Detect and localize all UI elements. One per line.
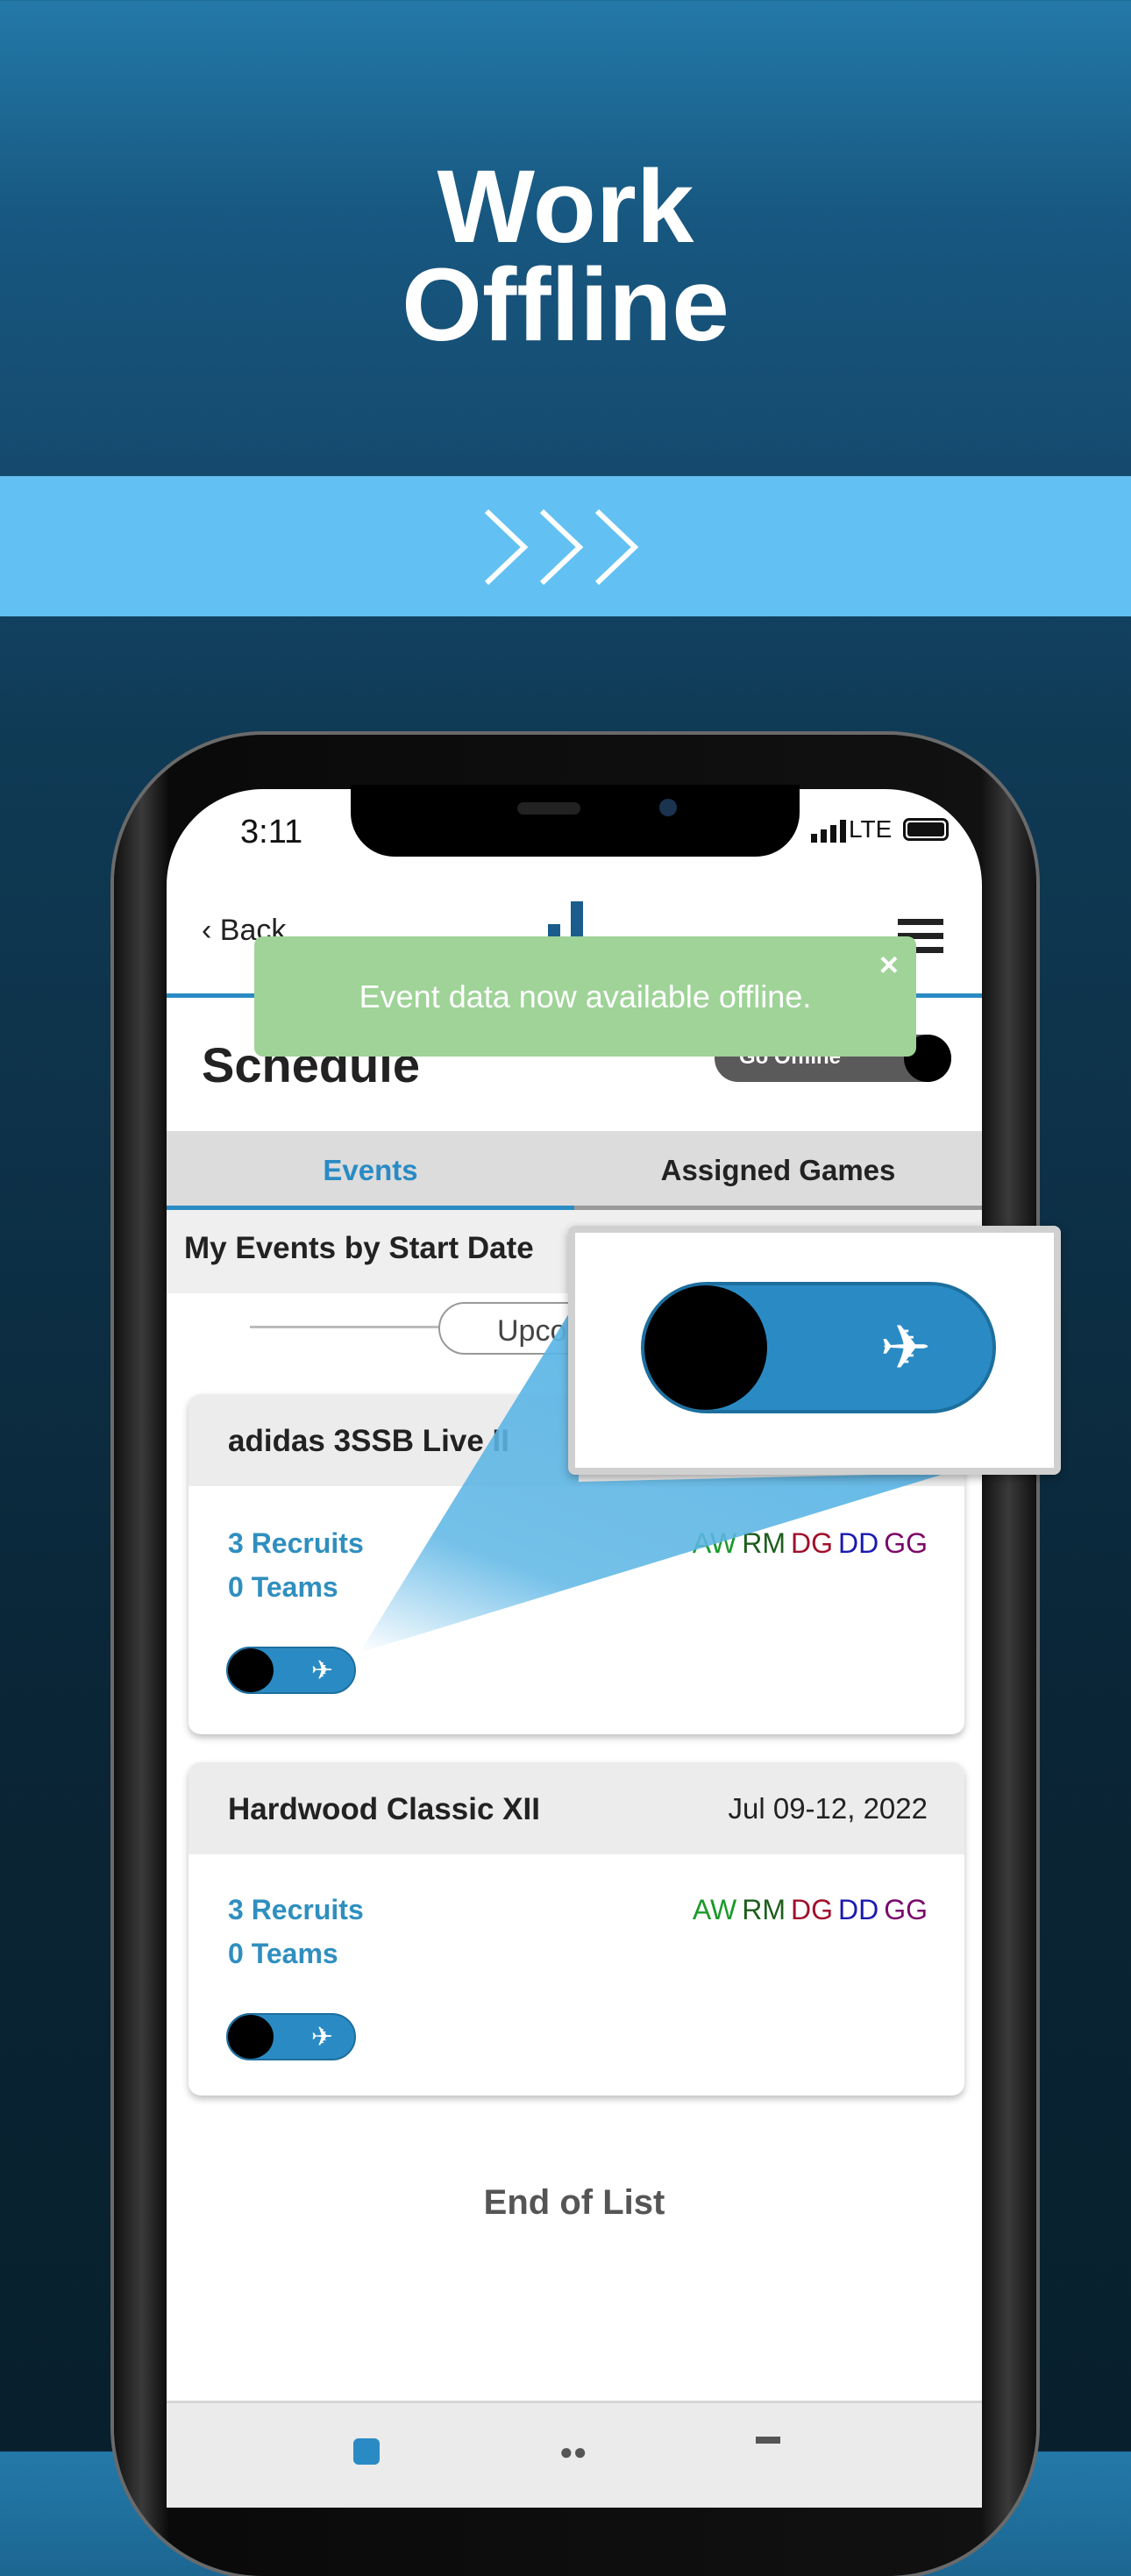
toast-message: Event data now available offline. (359, 978, 812, 1014)
toggle-callout: ✈ (568, 1226, 1061, 1475)
airplane-icon: ✈ (879, 1313, 931, 1382)
offline-toast: Event data now available offline. × (254, 936, 916, 1057)
close-icon[interactable]: × (879, 947, 899, 985)
toggle-knob (644, 1285, 767, 1410)
enlarged-offline-toggle: ✈ (641, 1282, 996, 1413)
